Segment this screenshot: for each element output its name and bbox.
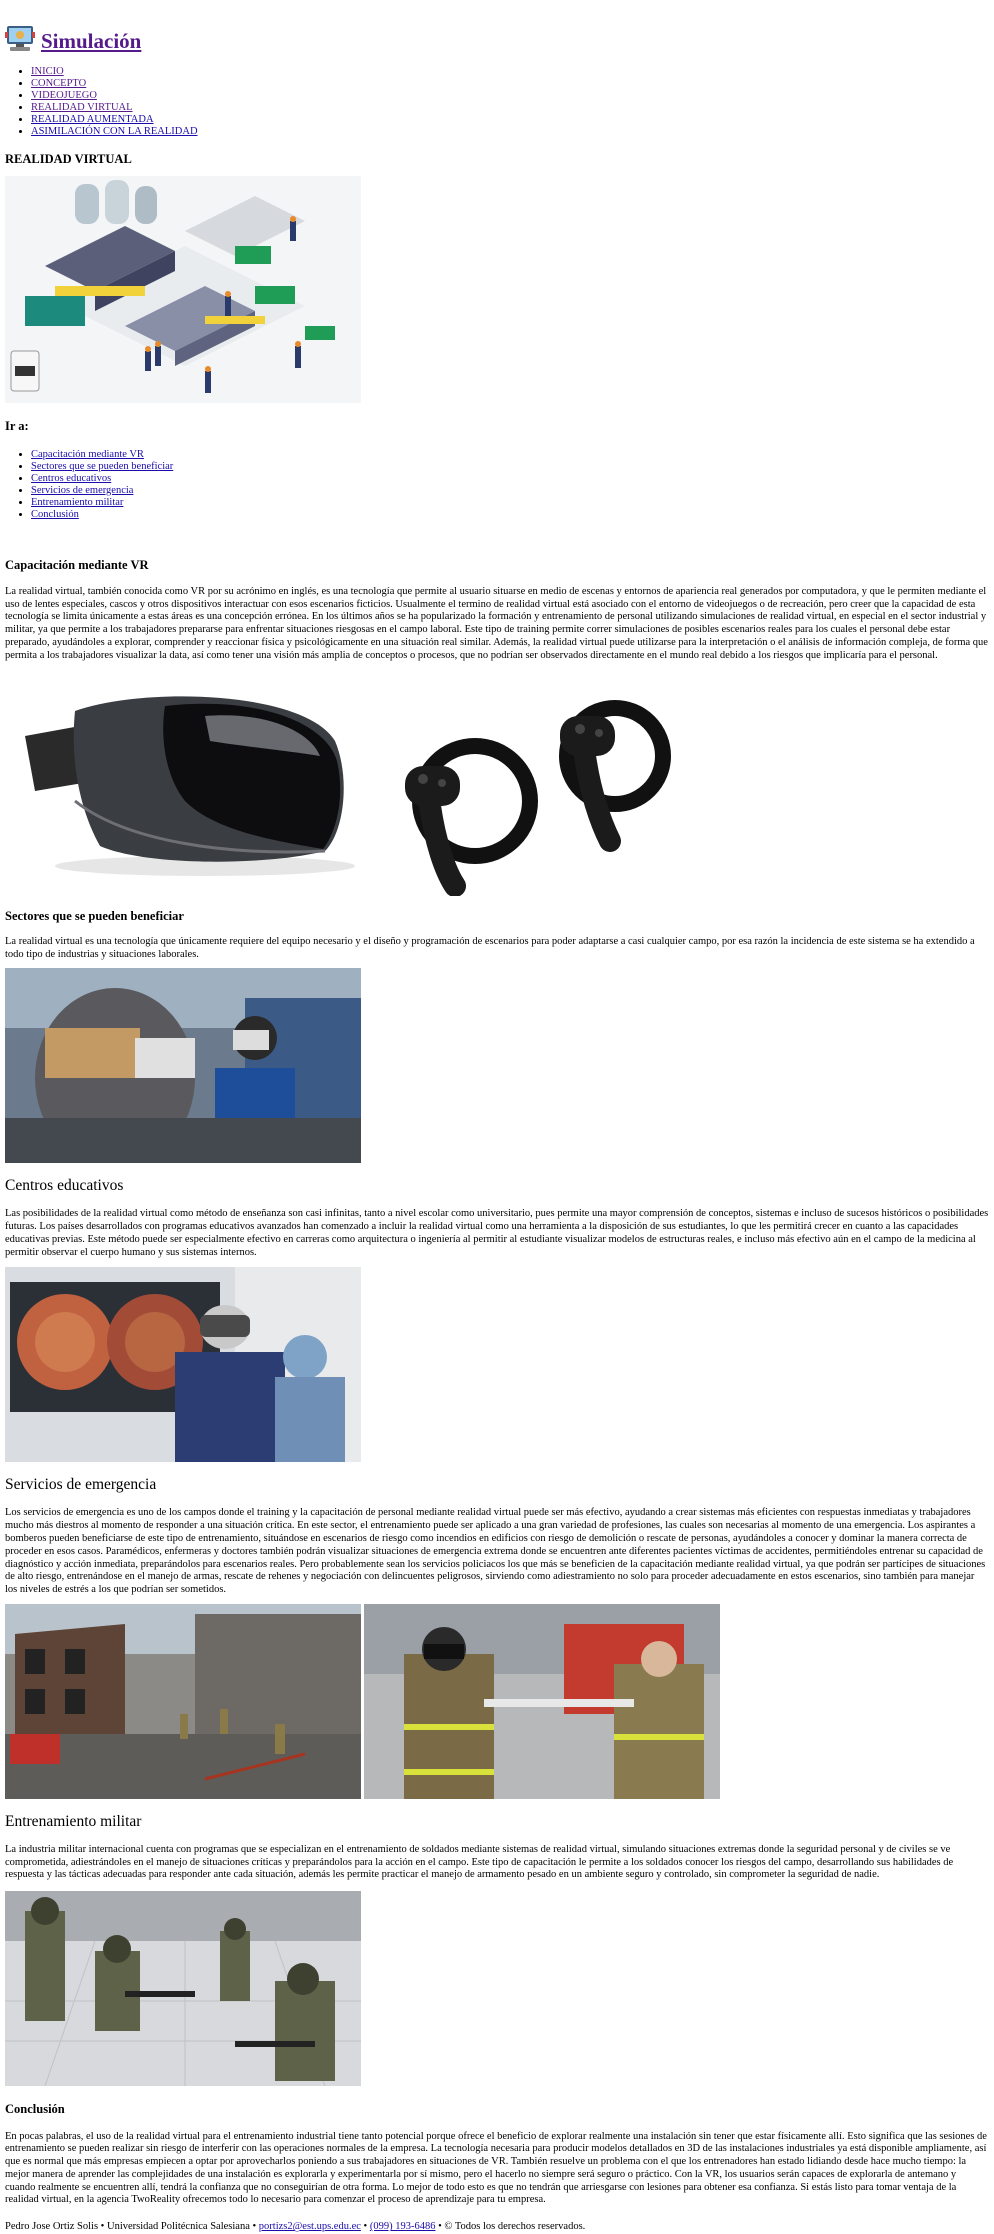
toc-link-militar[interactable]: Entrenamiento militar (31, 497, 123, 508)
footer-rights: © Todos los derechos reservados. (444, 2221, 586, 2233)
toc-link-conclusion[interactable]: Conclusión (31, 509, 79, 520)
section-text-conclusion: En pocas palabras, el uso de la realidad… (5, 2130, 987, 2206)
toc-item: Entrenamiento militar (31, 497, 989, 509)
section-title-militar: Entrenamiento militar (5, 1812, 142, 1830)
toc-item: Sectores que se pueden beneficiar (31, 461, 989, 473)
nav-link-videojuego[interactable]: VIDEOJUEGO (31, 90, 97, 101)
section-text-sectores: La realidad virtual es una tecnología qu… (5, 935, 975, 960)
footer-author: Pedro Jose Ortiz Solis (5, 2221, 99, 2233)
toc-link-educativos[interactable]: Centros educativos (31, 473, 111, 484)
section-text-emergencia: Los servicios de emergencia es uno de lo… (5, 1507, 986, 1596)
section-title-emergencia: Servicios de emergencia (5, 1476, 157, 1494)
toc-item: Conclusión (31, 509, 989, 521)
toc-link-sectores[interactable]: Sectores que se pueden beneficiar (31, 461, 173, 472)
footer-separator: • (360, 2221, 370, 2233)
nav-item-concepto: CONCEPTO (31, 78, 989, 90)
main-nav: INICIO CONCEPTO VIDEOJUEGO REALIDAD VIRT… (5, 66, 989, 138)
toc-list: Capacitación mediante VR Sectores que se… (5, 449, 989, 521)
vr-headset-controllers-image (5, 680, 705, 896)
factory-illustration-image (5, 176, 361, 404)
toc-link-capacitacion[interactable]: Capacitación mediante VR (31, 449, 144, 460)
site-header: Simulación (5, 14, 989, 54)
section-title-conclusion: Conclusión (5, 2102, 65, 2117)
nav-item-asimilacion: ASIMILACIÓN CON LA REALIDAD (31, 126, 989, 138)
page-heading: REALIDAD VIRTUAL (5, 152, 132, 166)
footer-phone-link[interactable]: (099) 193-6486 (370, 2221, 436, 2232)
nav-link-inicio[interactable]: INICIO (31, 66, 64, 77)
firefighters-vr-training-photo (364, 1603, 720, 1799)
people-vr-headsets-photo (5, 968, 361, 1164)
toc-link-emergencia[interactable]: Servicios de emergencia (31, 485, 133, 496)
section-text-militar: La industria militar internacional cuent… (5, 1843, 954, 1881)
section-title-sectores: Sectores que se pueden beneficiar (5, 908, 184, 923)
nav-link-concepto[interactable]: CONCEPTO (31, 78, 86, 89)
soldiers-vr-training-photo (5, 1891, 361, 2087)
section-title-capacitacion: Capacitación mediante VR (5, 557, 149, 572)
site-title-link[interactable]: Simulación (41, 31, 141, 52)
footer-separator: • (249, 2221, 259, 2233)
nav-link-realidad-virtual[interactable]: REALIDAD VIRTUAL (31, 102, 133, 113)
section-title-educativos: Centros educativos (5, 1177, 124, 1195)
footer-email-link[interactable]: portizs2@est.ups.edu.ec (259, 2221, 361, 2232)
footer: Pedro Jose Ortiz Solis • Universidad Pol… (5, 2221, 989, 2234)
toc-heading: Ir a: (5, 419, 29, 434)
nav-link-realidad-aumentada[interactable]: REALIDAD AUMENTADA (31, 114, 154, 125)
nav-item-inicio: INICIO (31, 66, 989, 78)
section-text-educativos: Las posibilidades de la realidad virtual… (5, 1208, 989, 1258)
toc-item: Centros educativos (31, 473, 989, 485)
nav-link-asimilacion[interactable]: ASIMILACIÓN CON LA REALIDAD (31, 126, 198, 137)
footer-separator: • (98, 2221, 107, 2233)
toc-item: Servicios de emergencia (31, 485, 989, 497)
nav-item-realidad-aumentada: REALIDAD AUMENTADA (31, 114, 989, 126)
emergency-images-row (5, 1603, 989, 1799)
medical-vr-training-photo (5, 1267, 361, 1463)
toc-item: Capacitación mediante VR (31, 449, 989, 461)
section-text-capacitacion: La realidad virtual, también conocida co… (5, 585, 988, 661)
simulation-logo-icon[interactable] (5, 22, 35, 54)
nav-item-videojuego: VIDEOJUEGO (31, 90, 989, 102)
footer-university: Universidad Politécnica Salesiana (106, 2221, 250, 2233)
virtual-street-scene-image (5, 1603, 361, 1799)
nav-item-realidad-virtual: REALIDAD VIRTUAL (31, 102, 989, 114)
